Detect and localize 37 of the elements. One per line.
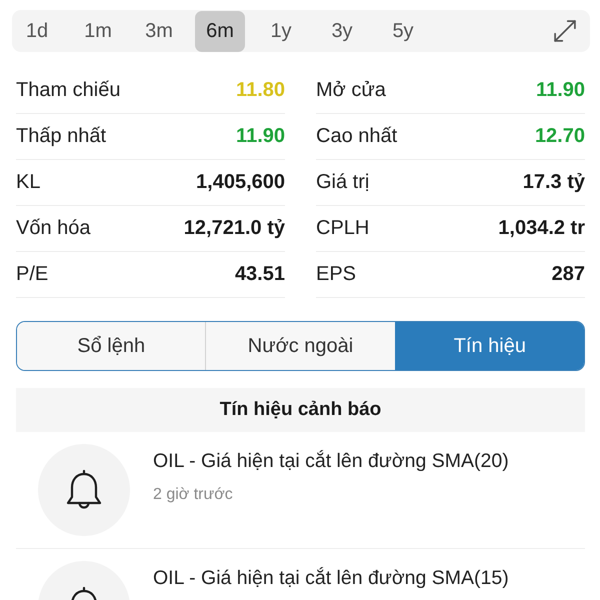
range-tab[interactable]: 5y bbox=[378, 10, 428, 52]
stat-label: KL bbox=[16, 171, 40, 194]
stat-label: Vốn hóa bbox=[16, 217, 91, 240]
stat-label: Thấp nhất bbox=[16, 125, 106, 148]
stat-value: 12.70 bbox=[534, 125, 585, 148]
range-tab[interactable]: 3m bbox=[134, 10, 184, 52]
stat-value: 11.80 bbox=[236, 79, 285, 102]
signal-time: 2 giờ trước bbox=[153, 485, 233, 505]
stat-value: 1,405,600 bbox=[196, 171, 285, 194]
bell-icon bbox=[38, 444, 130, 536]
data-tab[interactable]: Sổ lệnh bbox=[17, 322, 206, 370]
section-header: Tín hiệu cảnh báo bbox=[16, 388, 585, 432]
stat-value: 11.90 bbox=[536, 79, 585, 102]
stat-label: Tham chiếu bbox=[16, 79, 120, 102]
stat-value: 17.3 tỷ bbox=[522, 171, 585, 194]
stat-value: 1,034.2 tr bbox=[498, 217, 585, 240]
data-tab[interactable]: Nước ngoài bbox=[205, 322, 395, 370]
range-tab[interactable]: 6m bbox=[195, 10, 245, 52]
range-tab[interactable]: 1y bbox=[256, 10, 306, 52]
stat-value: 11.90 bbox=[236, 125, 285, 148]
signal-title: OIL - Giá hiện tại cắt lên đường SMA(20) bbox=[153, 449, 509, 473]
stat-label: P/E bbox=[16, 263, 48, 286]
stat-label: CPLH bbox=[316, 217, 370, 240]
range-tab[interactable]: 3y bbox=[317, 10, 367, 52]
data-tab[interactable]: Tín hiệu bbox=[394, 322, 584, 370]
stat-value: 43.51 bbox=[234, 263, 285, 286]
stat-label: Cao nhất bbox=[316, 125, 398, 148]
stat-label: Mở cửa bbox=[316, 79, 386, 102]
bell-icon bbox=[38, 561, 130, 600]
stat-value: 12,721.0 tỷ bbox=[184, 217, 285, 240]
signal-title: OIL - Giá hiện tại cắt lên đường SMA(15) bbox=[153, 566, 509, 590]
stat-label: EPS bbox=[316, 263, 356, 286]
stat-value: 287 bbox=[552, 263, 585, 286]
stat-label: Giá trị bbox=[316, 171, 370, 194]
range-tab[interactable]: 1d bbox=[12, 10, 62, 52]
range-tab[interactable]: 1m bbox=[73, 10, 123, 52]
expand-icon[interactable] bbox=[554, 20, 576, 42]
